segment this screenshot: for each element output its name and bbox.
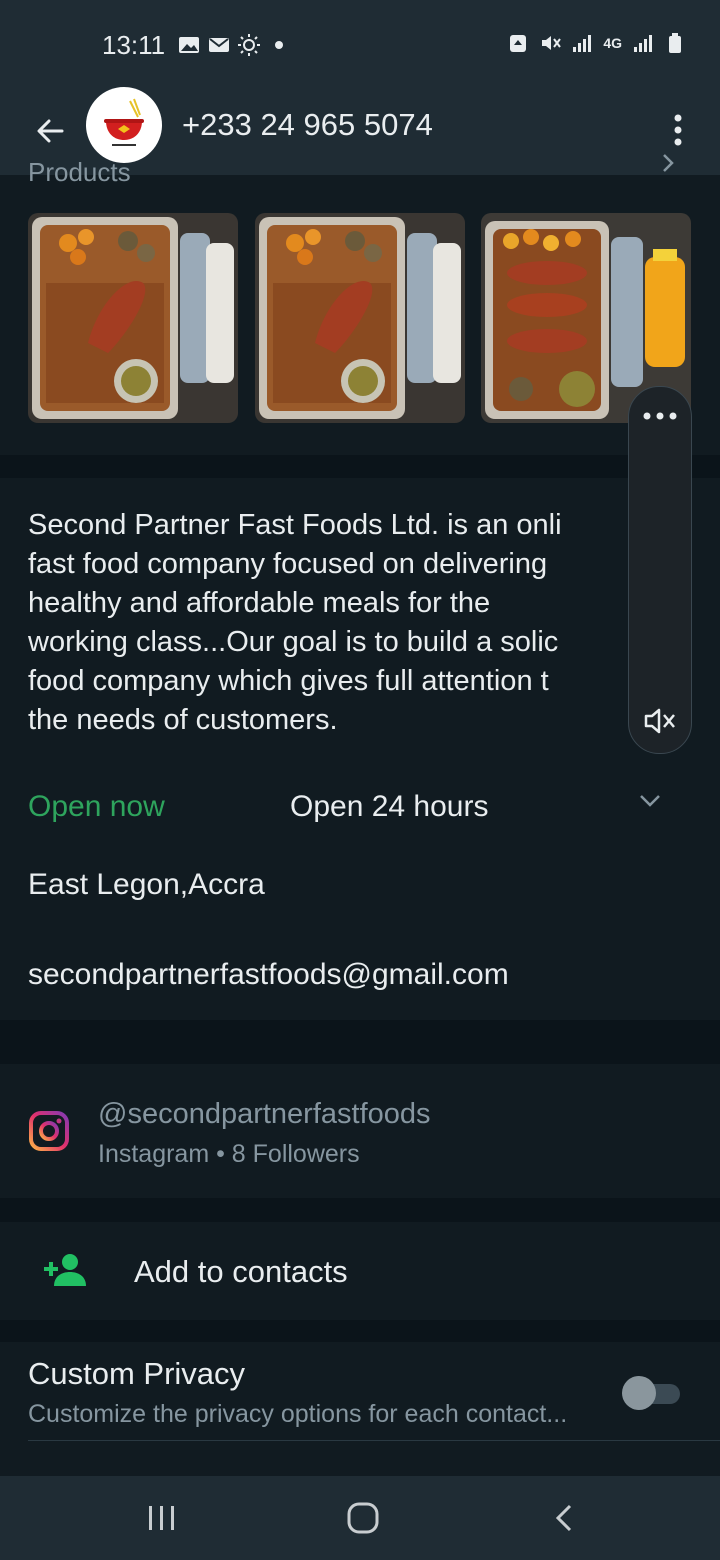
chevron-right-icon[interactable] [660, 153, 676, 173]
business-email[interactable]: secondpartnerfastfoods@gmail.com [28, 958, 509, 992]
recent-apps-button[interactable] [132, 1494, 192, 1542]
avatar[interactable] [86, 87, 162, 163]
add-to-contacts-button[interactable]: Add to contacts [0, 1222, 720, 1320]
product-thumbnail[interactable] [28, 213, 238, 423]
person-add-icon [44, 1254, 86, 1286]
products-section: Products [0, 154, 720, 455]
products-header[interactable]: Products [28, 157, 131, 188]
signal-icon [573, 35, 592, 52]
business-description: Second Partner Fast Foods Ltd. is an onl… [28, 509, 562, 736]
home-icon [347, 1502, 379, 1534]
sun-icon [238, 34, 260, 56]
battery-icon [669, 33, 681, 53]
signal-icon-2 [634, 35, 652, 52]
divider [28, 1440, 720, 1441]
more-horiz-icon [643, 412, 677, 420]
recent-apps-icon [149, 1506, 174, 1530]
business-address[interactable]: East Legon,Accra [28, 868, 265, 902]
food-photo-1 [28, 213, 238, 423]
back-button[interactable] [28, 109, 72, 153]
navigation-bar [0, 1476, 720, 1560]
volume-mute-icon [644, 708, 675, 734]
contact-number[interactable]: +233 24 965 5074 [182, 107, 433, 143]
battery-saver-icon [510, 35, 527, 52]
custom-privacy-toggle[interactable] [622, 1376, 680, 1410]
custom-privacy-title: Custom Privacy [28, 1356, 246, 1391]
mail-icon [209, 38, 229, 52]
more-options-button[interactable] [658, 105, 698, 155]
product-thumbnail[interactable] [255, 213, 465, 423]
instagram-followers: Instagram • 8 Followers [98, 1140, 360, 1168]
status-notifications [178, 34, 290, 56]
open-status: Open now [28, 790, 165, 823]
mute-icon [542, 36, 562, 50]
toggle-knob [622, 1376, 656, 1410]
gallery-icon [179, 37, 199, 53]
business-info-section: Second Partner Fast Foods Ltd. is an onl… [0, 478, 720, 1020]
arrow-back-icon [37, 119, 64, 143]
status-time: 13:11 [102, 30, 166, 60]
status-bar: 13:11 4G [0, 0, 720, 95]
instagram-link[interactable]: @secondpartnerfastfoods Instagram • 8 Fo… [0, 1064, 720, 1198]
chevron-left-icon [555, 1504, 572, 1532]
chevron-down-icon[interactable] [638, 788, 662, 812]
volume-mute-button[interactable] [639, 701, 681, 741]
business-hours-row[interactable]: Open now Open 24 hours [28, 790, 678, 830]
volume-more-button[interactable] [639, 401, 681, 431]
food-photo-2 [255, 213, 465, 423]
custom-privacy-row[interactable]: Custom Privacy Customize the privacy opt… [0, 1342, 720, 1476]
status-system: 4G [507, 32, 686, 54]
volume-panel [628, 386, 692, 754]
add-to-contacts-label: Add to contacts [134, 1254, 348, 1289]
network-type: 4G [603, 35, 622, 51]
dot-icon [275, 41, 283, 49]
instagram-handle: @secondpartnerfastfoods [98, 1098, 431, 1130]
instagram-icon [29, 1111, 69, 1151]
restaurant-logo-icon [104, 98, 144, 146]
hours-text: Open 24 hours [290, 790, 489, 823]
home-button[interactable] [333, 1494, 393, 1542]
back-nav-button[interactable] [534, 1494, 594, 1542]
custom-privacy-subtitle: Customize the privacy options for each c… [28, 1400, 568, 1428]
more-vert-icon [674, 114, 682, 146]
